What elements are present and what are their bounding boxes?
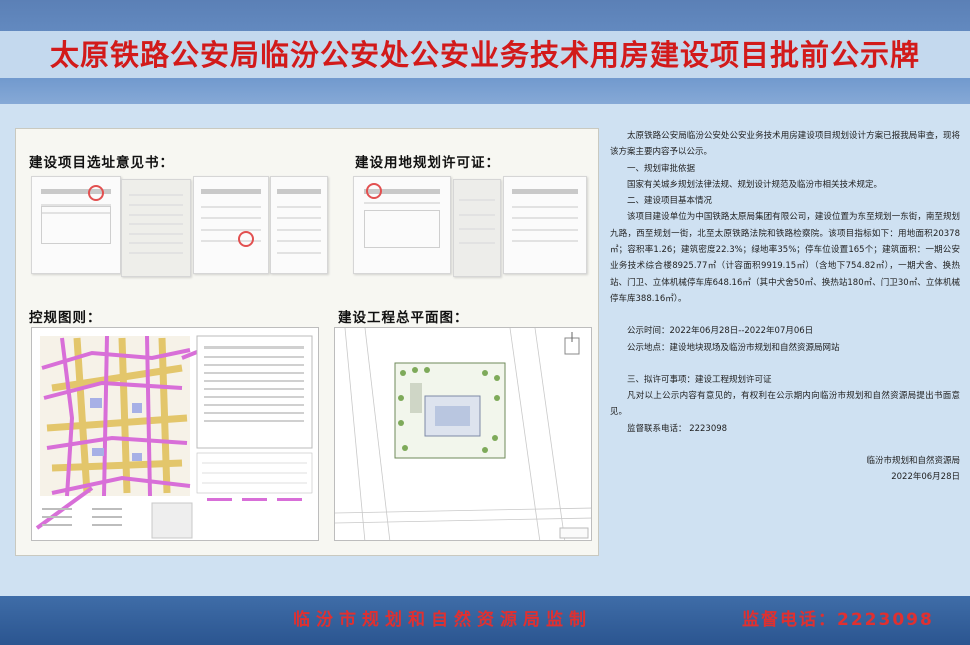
notice-heading-2: 二、建设项目基本情况 — [627, 196, 713, 207]
footer-supervisor: 临汾市规划和自然资源局监制 — [293, 610, 592, 630]
land-permit-doc-page2 — [453, 179, 501, 277]
site-selection-doc-page2 — [121, 179, 191, 277]
control-plan-label: 控规图则： — [29, 310, 102, 326]
notice-org: 临汾市规划和自然资源局 — [866, 456, 960, 467]
site-selection-doc-cover — [31, 176, 121, 274]
notice-place: 公示地点：建设地块现场及临汾市规划和自然资源局网站 — [627, 342, 840, 353]
land-permit-label: 建设用地规划许可证： — [355, 155, 500, 171]
control-plan-map — [31, 327, 319, 541]
notice-heading-3: 三、拟许可事项：建设工程规划许可证 — [627, 374, 772, 385]
notice-text: 太原铁路公安局临汾公安处公安业务技术用房建设项目规划设计方案已报我局审查，现将该… — [610, 128, 960, 584]
notice-phone: 监督联系电话： 2223098 — [627, 423, 728, 434]
site-plan-label: 建设工程总平面图： — [338, 310, 469, 326]
land-permit-doc-cover — [353, 176, 451, 274]
footer-phone: 监督电话：2223098 — [742, 610, 934, 630]
page-title: 太原铁路公安局临汾公安处公安业务技术用房建设项目批前公示牌 — [49, 38, 920, 72]
notice-basis: 国家有关城乡规划法律法规、规划设计规范及临汾市相关技术规定。 — [627, 179, 883, 190]
land-permit-doc-page3 — [503, 176, 587, 274]
control-plan-drawing — [32, 328, 318, 540]
site-selection-label: 建设项目选址意见书： — [29, 155, 174, 171]
site-plan-drawing — [335, 328, 591, 540]
site-plan-map — [334, 327, 592, 541]
notice-objection: 凡对以上公示内容有意见的，有权利在公示期内向临汾市规划和自然资源局提出书面意见。 — [610, 391, 960, 418]
drawings-board: 建设项目选址意见书： 建设用地规划许可证： 控规图则： 建设工程总平面图： — [15, 128, 599, 556]
notice-project-info: 该项目建设单位为中国铁路太原局集团有限公司，建设位置为东至规划一东街，南至规划九… — [610, 212, 960, 304]
notice-intro: 太原铁路公安局临汾公安处公安业务技术用房建设项目规划设计方案已报我局审查，现将该… — [610, 131, 960, 158]
site-selection-doc-page3 — [193, 176, 269, 274]
notice-date: 2022年06月28日 — [891, 472, 960, 483]
notice-time: 公示时间：2022年06月28日--2022年07月06日 — [627, 326, 814, 337]
site-selection-doc-page4 — [270, 176, 328, 274]
notice-heading-1: 一、规划审批依据 — [627, 163, 696, 174]
